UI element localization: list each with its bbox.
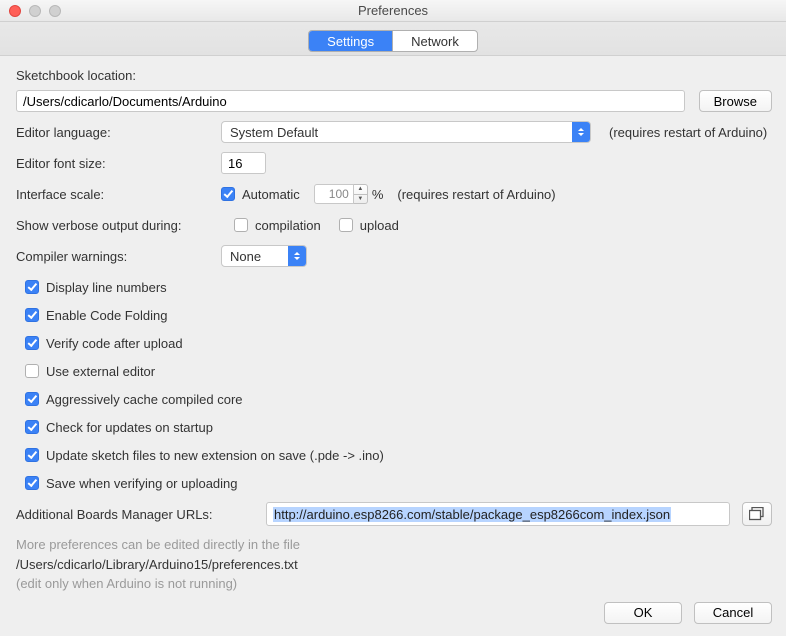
font-size-input[interactable]: [221, 152, 266, 174]
verbose-upload-label: upload: [360, 218, 399, 233]
scale-stepper[interactable]: ▲▼: [314, 184, 368, 204]
verify-after-upload-checkbox[interactable]: [25, 336, 39, 350]
automatic-scale-label: Automatic: [242, 187, 300, 202]
verbose-compilation-checkbox[interactable]: [234, 218, 248, 232]
update-extension-checkbox[interactable]: [25, 448, 39, 462]
sketchbook-location-input[interactable]: [16, 90, 685, 112]
zoom-window-button[interactable]: [49, 5, 61, 17]
minimize-window-button[interactable]: [29, 5, 41, 17]
external-editor-checkbox[interactable]: [25, 364, 39, 378]
display-line-numbers-checkbox[interactable]: [25, 280, 39, 294]
verbose-compilation-label: compilation: [255, 218, 321, 233]
ok-button[interactable]: OK: [604, 602, 682, 624]
close-window-button[interactable]: [9, 5, 21, 17]
tab-settings[interactable]: Settings: [309, 31, 392, 51]
window-title: Preferences: [0, 3, 786, 18]
new-window-icon: [749, 507, 765, 521]
editor-language-label: Editor language:: [16, 125, 221, 140]
verbose-upload-checkbox[interactable]: [339, 218, 353, 232]
check-updates-checkbox[interactable]: [25, 420, 39, 434]
enable-code-folding-checkbox[interactable]: [25, 308, 39, 322]
percent-label: %: [372, 187, 384, 202]
scale-hint: (requires restart of Arduino): [397, 187, 555, 202]
sketchbook-location-label: Sketchbook location:: [16, 68, 772, 83]
automatic-scale-checkbox[interactable]: [221, 187, 235, 201]
more-prefs-note: More preferences can be edited directly …: [16, 535, 772, 594]
interface-scale-label: Interface scale:: [16, 187, 221, 202]
save-on-verify-checkbox[interactable]: [25, 476, 39, 490]
browse-button[interactable]: Browse: [699, 90, 772, 112]
font-size-label: Editor font size:: [16, 156, 221, 171]
tab-bar: Settings Network: [0, 22, 786, 56]
tab-network[interactable]: Network: [392, 31, 477, 51]
chevron-updown-icon: [288, 246, 306, 266]
editor-language-select[interactable]: System Default: [221, 121, 591, 143]
editor-language-hint: (requires restart of Arduino): [609, 125, 767, 140]
verbose-label: Show verbose output during:: [16, 218, 234, 233]
boards-url-input[interactable]: http://arduino.esp8266.com/stable/packag…: [266, 502, 730, 526]
expand-urls-button[interactable]: [742, 502, 772, 526]
cancel-button[interactable]: Cancel: [694, 602, 772, 624]
chevron-updown-icon: [572, 122, 590, 142]
compiler-warnings-label: Compiler warnings:: [16, 249, 221, 264]
titlebar: Preferences: [0, 0, 786, 22]
boards-url-label: Additional Boards Manager URLs:: [16, 507, 266, 522]
cache-compiled-core-checkbox[interactable]: [25, 392, 39, 406]
